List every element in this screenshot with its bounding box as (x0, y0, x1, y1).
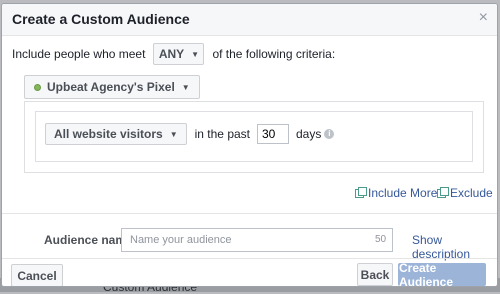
back-button[interactable]: Back (357, 263, 393, 286)
pixel-name: Upbeat Agency's Pixel (47, 80, 175, 94)
cancel-button[interactable]: Cancel (11, 264, 63, 286)
days-label: days (296, 127, 322, 141)
criteria-panel: All website visitors ▼ in the past days … (24, 101, 484, 173)
include-more-label: Include More (368, 186, 438, 200)
pixel-status-dot-icon (34, 83, 41, 91)
criteria-rule-box: All website visitors ▼ in the past days … (35, 111, 473, 162)
pixel-dropdown[interactable]: Upbeat Agency's Pixel ▼ (24, 75, 200, 99)
show-description-link[interactable]: Show description (412, 233, 497, 261)
include-suffix-text: of the following criteria: (212, 47, 336, 61)
info-icon[interactable]: i (324, 129, 335, 139)
section-divider (2, 213, 497, 214)
dialog-title: Create a Custom Audience (12, 11, 190, 27)
include-prefix-text: Include people who meet (12, 47, 146, 61)
pixel-selector-row: Upbeat Agency's Pixel ▼ (24, 75, 200, 99)
in-the-past-label: in the past (194, 127, 250, 141)
copy-icon (437, 186, 449, 198)
days-input[interactable] (257, 124, 289, 144)
match-type-value: ANY (158, 47, 185, 61)
close-icon[interactable]: × (479, 9, 488, 27)
include-criteria-row: Include people who meet ANY ▼ of the fol… (12, 42, 335, 66)
copy-icon (355, 186, 367, 198)
create-custom-audience-dialog: Create a Custom Audience × Include peopl… (1, 3, 498, 287)
dialog-header: Create a Custom Audience × (2, 4, 497, 36)
character-limit: 50 (375, 234, 387, 245)
caret-down-icon: ▼ (181, 82, 190, 92)
audience-name-label: Audience name (44, 233, 133, 247)
exclude-link[interactable]: Exclude (437, 186, 493, 200)
footer-divider (2, 258, 497, 259)
create-audience-button[interactable]: Create Audience (398, 261, 486, 286)
exclude-label: Exclude (450, 186, 493, 200)
visitor-type-value: All website visitors (54, 127, 163, 141)
audience-name-input[interactable] (121, 228, 393, 252)
caret-down-icon: ▼ (169, 129, 178, 139)
caret-down-icon: ▼ (191, 49, 200, 59)
criteria-rule-row: All website visitors ▼ in the past days … (45, 123, 335, 145)
visitor-type-dropdown[interactable]: All website visitors ▼ (45, 123, 187, 145)
include-more-link[interactable]: Include More (355, 186, 437, 200)
match-type-dropdown[interactable]: ANY ▼ (153, 43, 205, 65)
